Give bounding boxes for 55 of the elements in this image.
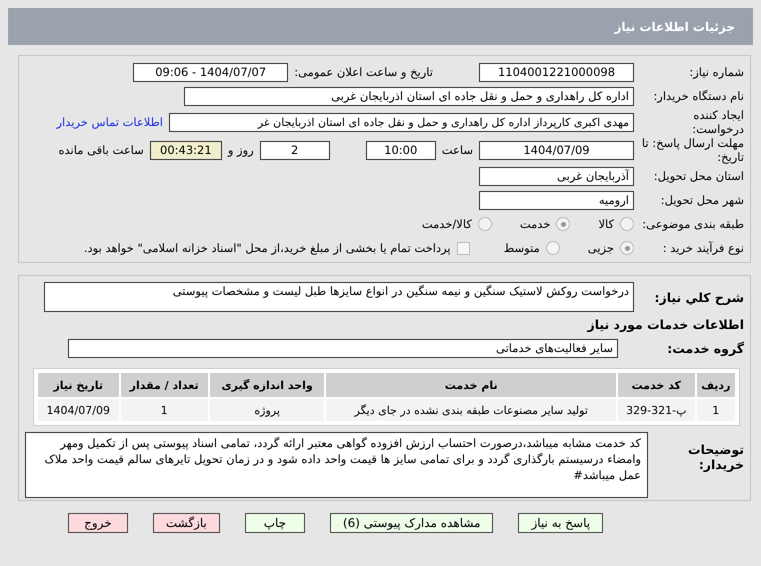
field-label: مهلت ارسال پاسخ: تا تاریخ:: [640, 136, 744, 164]
section-heading: اطلاعات خدمات مورد نیاز: [588, 316, 744, 332]
table-cell: 1: [696, 399, 735, 421]
field-label: شماره نیاز:: [688, 65, 744, 79]
field-label: نوع فرآیند خرید :: [662, 241, 744, 255]
buyer-contact-link[interactable]: اطلاعات تماس خریدار: [56, 115, 163, 129]
deadline-time-field: 10:00: [366, 140, 436, 160]
payment-note: پرداخت تمام یا بخشی از مبلغ خرید،از محل "اسناد خزانه اسلامی" خواهد بود.: [84, 241, 451, 255]
field-label: ساعت: [442, 143, 473, 157]
field-label: ایجاد کننده درخواست:: [691, 108, 744, 136]
table-cell: پ-321-329: [618, 399, 695, 421]
action-button[interactable]: خروج: [68, 513, 128, 533]
province-field: آذربایجان غربی: [479, 166, 634, 186]
payment-checkbox[interactable]: [456, 242, 470, 254]
field-label: شهر محل تحویل:: [660, 193, 744, 207]
table-cell: 1404/07/09: [38, 399, 118, 421]
city-field: ارومیه: [479, 190, 634, 210]
category-radio[interactable]: کالا/خدمت: [422, 217, 492, 231]
summary-field: درخواست روکش لاستیک سنگین و نیمه سنگین در انواع سایزها طبل لیست و مشخصات پیوستی: [44, 282, 634, 312]
column-header: تعداد / مقدار: [120, 373, 208, 397]
buyer-notes-field: کد خدمت مشابه میباشد،درصورت احتساب ارزش افزوده گواهی معتبر ارائه گردد، تمامی اسناد پیوستی پس از تکمیل ومهر وامضاء درسیستم بارگذاری گردد و برای تمامی سایز ها قیمت واحد داده شود و در زمان تحویل تایرهای سالم قیمت واحد ملاک عمل میباشد#: [25, 432, 648, 498]
page-title: جزئیات اطلاعات نیاز: [614, 20, 735, 34]
deadline-date-field: 1404/07/09: [479, 140, 634, 160]
category-radio[interactable]: خدمت: [520, 217, 570, 231]
remaining-time-field: 00:43:21: [150, 140, 222, 160]
action-button[interactable]: بازگشت: [152, 513, 220, 533]
service-group-field: سایر فعالیت‌های خدماتی: [68, 338, 618, 358]
field-label: ساعت باقی مانده: [58, 143, 144, 157]
field-label: طبقه بندی موضوعی:: [641, 217, 744, 231]
days-field: 2: [260, 140, 330, 160]
process-radio[interactable]: جزیی: [588, 241, 634, 255]
field-label: تاریخ و ساعت اعلان عمومی:: [294, 65, 433, 79]
field-label: توضیحات خریدار:: [687, 442, 744, 472]
column-header: واحد اندازه گیری: [210, 373, 324, 397]
category-radio[interactable]: کالا: [598, 217, 634, 231]
requester-field: مهدی اکبری کارپرداز اداره کل راهداری و حمل و نقل جاده ای استان اذربایجان غر: [169, 112, 634, 132]
announce-date-field: 1404/07/07 - 09:06: [133, 62, 288, 82]
buyer-field: اداره کل راهداری و حمل و نقل جاده ای استان اذربایجان غربی: [184, 86, 634, 106]
process-radio[interactable]: متوسط: [504, 241, 560, 255]
column-header: ردیف: [696, 373, 735, 397]
table-cell: تولید سایر مصنوعات طبقه بندی نشده در جای دیگر: [326, 399, 616, 421]
action-button[interactable]: چاپ: [244, 513, 305, 533]
action-button[interactable]: مشاهده مدارک پیوستی (6): [330, 513, 494, 533]
field-label: نام دستگاه خریدار:: [652, 89, 744, 103]
table-cell: 1: [120, 399, 208, 421]
field-label: روز و: [228, 143, 254, 157]
action-button[interactable]: پاسخ به نیاز: [518, 513, 604, 533]
need-number-field: 1104001221000098: [479, 62, 634, 82]
field-label: شرح کلي نياز:: [654, 290, 744, 304]
table-cell: پروژه: [210, 399, 324, 421]
column-header: کد خدمت: [618, 373, 695, 397]
field-label: استان محل تحویل:: [652, 169, 744, 183]
field-label: گروه خدمت:: [666, 340, 744, 356]
column-header: نام خدمت: [326, 373, 616, 397]
column-header: تاریخ نیاز: [38, 373, 118, 397]
